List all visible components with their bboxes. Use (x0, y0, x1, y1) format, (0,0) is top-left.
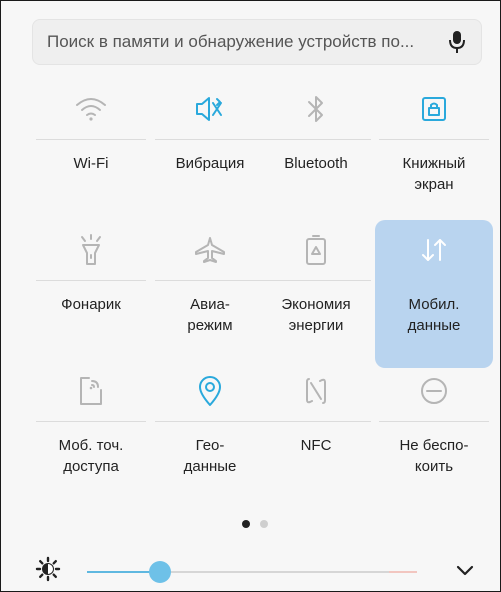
tile-divider (36, 139, 146, 140)
tile-divider (261, 139, 371, 140)
brightness-slider[interactable] (87, 561, 417, 583)
hotspot-icon[interactable] (32, 373, 150, 409)
tile-divider (36, 421, 146, 422)
quick-settings-panel: Wi-FiВибрацияBluetoothКнижный экран Фонар… (0, 0, 501, 592)
tile-power-saving[interactable]: Экономия энергии (257, 220, 375, 368)
tile-label[interactable]: Не беспо- коить (375, 435, 493, 477)
tile-label[interactable]: Книжный экран (375, 153, 493, 195)
tile-label[interactable]: Гео- данные (151, 435, 269, 477)
search-input[interactable] (47, 20, 437, 64)
microphone-icon[interactable] (447, 30, 467, 54)
brightness-slider-thumb[interactable] (148, 561, 171, 583)
location-icon[interactable] (151, 373, 269, 409)
brightness-slider-end (389, 571, 417, 573)
bluetooth-icon[interactable] (257, 91, 375, 127)
search-bar[interactable] (32, 19, 482, 65)
tile-label[interactable]: Экономия энергии (257, 294, 375, 336)
tile-do-not-disturb[interactable]: Не беспо- коить (375, 361, 493, 509)
tile-label[interactable]: Фонарик (32, 294, 150, 315)
flashlight-icon[interactable] (32, 232, 150, 268)
nfc-icon[interactable] (257, 373, 375, 409)
portrait-lock-icon[interactable] (375, 91, 493, 127)
chevron-down-icon[interactable] (455, 564, 475, 578)
tile-label[interactable]: Вибрация (151, 153, 269, 174)
tile-label[interactable]: Авиа- режим (151, 294, 269, 336)
tile-divider (36, 280, 146, 281)
tile-label[interactable]: Моб. точ. доступа (32, 435, 150, 477)
airplane-icon[interactable] (151, 232, 269, 268)
tile-divider (379, 280, 489, 281)
tile-bluetooth[interactable]: Bluetooth (257, 79, 375, 227)
tile-divider (155, 421, 265, 422)
tile-hotspot[interactable]: Моб. точ. доступа (32, 361, 150, 509)
page-dot[interactable] (260, 520, 268, 528)
tile-divider (379, 421, 489, 422)
tile-divider (261, 421, 371, 422)
do-not-disturb-icon[interactable] (375, 373, 493, 409)
mobile-data-icon[interactable] (375, 232, 493, 268)
tile-wifi[interactable]: Wi-Fi (32, 79, 150, 227)
tile-airplane[interactable]: Авиа- режим (151, 220, 269, 368)
tile-flashlight[interactable]: Фонарик (32, 220, 150, 368)
tile-label[interactable]: Bluetooth (257, 153, 375, 174)
tile-label[interactable]: Мобил. данные (375, 294, 493, 336)
tile-divider (155, 280, 265, 281)
page-dot-active[interactable] (242, 520, 250, 528)
power-saving-icon[interactable] (257, 232, 375, 268)
tile-divider (261, 280, 371, 281)
vibration-icon[interactable] (151, 91, 269, 127)
brightness-icon (35, 556, 61, 582)
tile-mobile-data[interactable]: Мобил. данные (375, 220, 493, 368)
wifi-icon[interactable] (32, 91, 150, 127)
tile-divider (379, 139, 489, 140)
tile-nfc[interactable]: NFC (257, 361, 375, 509)
tile-portrait-lock[interactable]: Книжный экран (375, 79, 493, 227)
tile-divider (155, 139, 265, 140)
tile-location[interactable]: Гео- данные (151, 361, 269, 509)
tile-vibration[interactable]: Вибрация (151, 79, 269, 227)
tile-label[interactable]: NFC (257, 435, 375, 456)
tile-label[interactable]: Wi-Fi (32, 153, 150, 174)
